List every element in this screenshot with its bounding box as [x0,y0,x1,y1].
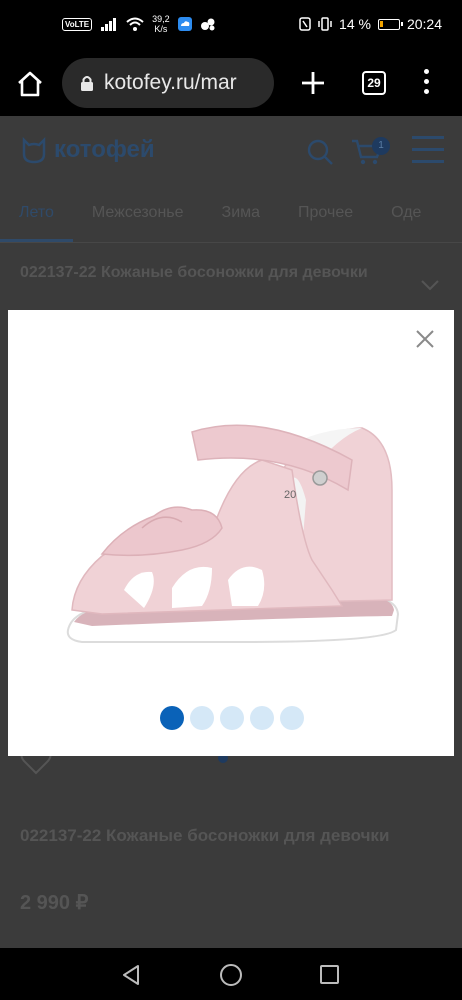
search-icon[interactable] [306,138,334,166]
close-icon[interactable] [414,328,436,350]
net-speed: 39,2 K/s [152,14,170,34]
image-viewer-modal: 20 [8,310,454,756]
hamburger-menu-icon[interactable] [412,136,444,164]
wifi-icon [126,17,144,31]
site-header: котофей 1 [0,116,462,188]
site-logo[interactable]: котофей [20,136,155,164]
home-circle-icon[interactable] [220,964,242,986]
tabs-divider [0,242,462,243]
address-bar[interactable]: kotofey.ru/mar [62,58,274,108]
logo-text: котофей [54,136,155,163]
cart-count-badge: 1 [372,137,390,155]
browser-toolbar: kotofey.ru/mar 29 [0,52,462,116]
tab-summer[interactable]: Лето [0,202,73,242]
net-speed-unit: K/s [154,24,168,34]
phone-screen: VoLTE 39,2 K/s 14 % 20:24 kotofey.ru/mar… [0,0,462,1000]
more-menu-icon[interactable] [416,69,436,97]
status-right: 14 % 20:24 [299,16,442,32]
plus-icon [302,72,324,94]
insole-size-mark: 20 [284,489,296,501]
gallery-dot-4[interactable] [250,706,274,730]
cloud-app-icon [177,17,192,31]
lock-icon [81,76,93,91]
net-speed-value: 39,2 [152,14,170,24]
new-tab-button[interactable] [296,66,330,100]
tab-other[interactable]: Прочее [279,202,372,242]
recent-apps-icon[interactable] [320,965,339,984]
tab-winter[interactable]: Зима [203,202,280,242]
gallery-dot-5[interactable] [280,706,304,730]
tab-switcher-button[interactable]: 29 [362,71,386,95]
home-icon[interactable] [14,68,46,100]
product-title: 022137-22 Кожаные босоножки для девочки [20,826,390,845]
chevron-down-icon[interactable] [420,279,440,291]
nfc-icon [299,17,311,31]
battery-icon [377,18,403,30]
cat-logo-icon [22,136,46,164]
url-text: kotofey.ru/mar [104,71,237,94]
social-app-icon [200,18,215,31]
product-image-sandal[interactable]: 20 [62,410,402,650]
status-left: VoLTE 39,2 K/s [62,14,216,34]
tab-demi-season[interactable]: Межсезонье [73,202,203,242]
category-tabs: Лето Межсезонье Зима Прочее Оде [0,202,462,242]
status-bar: VoLTE 39,2 K/s 14 % 20:24 [0,0,462,52]
gallery-dot-3[interactable] [220,706,244,730]
clock: 20:24 [406,16,442,32]
tab-clothing[interactable]: Оде [372,202,440,242]
back-icon[interactable] [120,964,142,986]
signal-icon [101,18,117,31]
gallery-dot-2[interactable] [190,706,214,730]
system-nav-bar [0,948,462,1000]
gallery-pagination [160,706,304,730]
product-price: 2 990 ₽ [20,892,89,914]
breadcrumb-title[interactable]: 022137-22 Кожаные босоножки для девочки [20,264,368,282]
battery-percent: 14 % [339,16,371,32]
gallery-dot-1[interactable] [160,706,184,730]
volte-indicator: VoLTE [62,17,93,31]
vibrate-icon [318,17,332,31]
